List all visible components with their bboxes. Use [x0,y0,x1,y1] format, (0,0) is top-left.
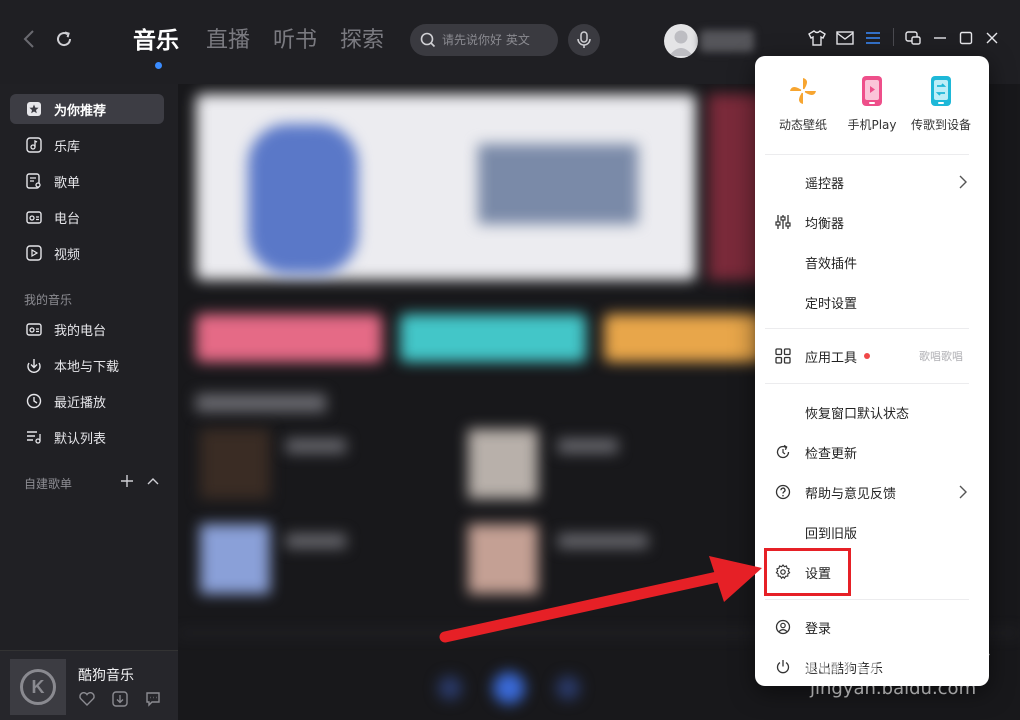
baidu-jingyan-watermark: Baidu 经验 jingyan.baidu.com [790,620,1010,710]
watermark-title: Baidu 经验 [790,641,991,682]
red-arrow-annotation [439,556,762,643]
watermark-url: jingyan.baidu.com [810,678,977,699]
